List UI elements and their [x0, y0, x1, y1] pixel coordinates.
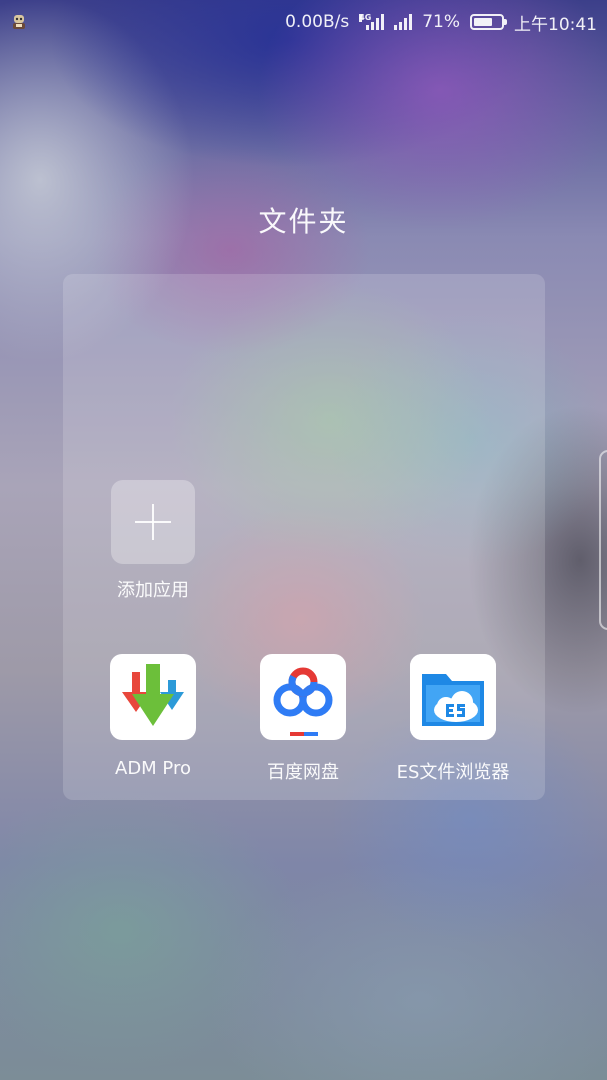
- plus-icon[interactable]: [111, 480, 195, 564]
- add-app-button[interactable]: 添加应用: [78, 480, 228, 602]
- battery-fill: [474, 18, 493, 26]
- clock: 上午10:41: [514, 14, 597, 35]
- app-es-file-explorer[interactable]: ES文件浏览器: [378, 654, 528, 784]
- app-label-adm-pro: ADM Pro: [115, 758, 191, 779]
- signal-icon: [394, 14, 413, 30]
- battery-percent: 71%: [422, 12, 460, 32]
- battery-icon: [470, 14, 507, 30]
- app-label-baidu-netdisk: 百度网盘: [267, 762, 339, 783]
- es-file-explorer-icon[interactable]: [410, 654, 496, 740]
- status-bar: 0.00B/s 4G 71% 上午10:41: [0, 0, 607, 44]
- baidu-netdisk-icon[interactable]: [260, 654, 346, 740]
- app-label-es-file-explorer: ES文件浏览器: [396, 762, 510, 783]
- add-app-label: 添加应用: [117, 580, 189, 601]
- folder-panel: 添加应用 ADM Pro 百度网盘 ES文件浏览器: [63, 274, 545, 800]
- folder-title[interactable]: 文件夹: [0, 200, 607, 240]
- app-baidu-netdisk[interactable]: 百度网盘: [228, 654, 378, 784]
- side-edge-handle[interactable]: [599, 450, 607, 630]
- signal-4g-icon: 4G: [359, 13, 385, 30]
- adm-pro-icon[interactable]: [110, 654, 196, 740]
- notification-icon: [10, 13, 28, 31]
- net-speed: 0.00B/s: [285, 12, 350, 32]
- network-type-label: 4G: [359, 13, 372, 22]
- app-adm-pro[interactable]: ADM Pro: [78, 654, 228, 779]
